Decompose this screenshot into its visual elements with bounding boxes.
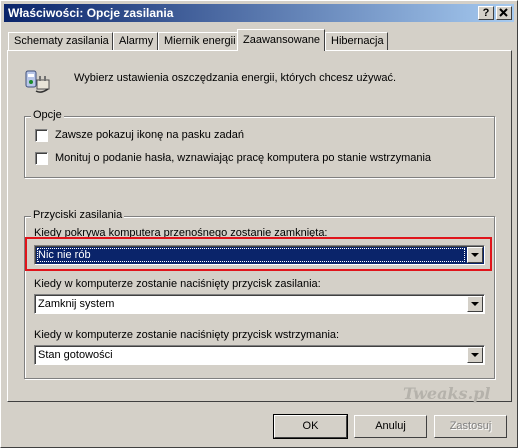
tab-strip: Schematy zasilania Alarmy Miernik energi… [1, 29, 518, 51]
power-button-dropdown-arrow[interactable] [467, 296, 483, 312]
sleep-button-dropdown[interactable]: Stan gotowości [34, 345, 485, 365]
title-bar: Właściwości: Opcje zasilania ? [4, 4, 514, 22]
show-taskbar-icon-checkbox[interactable] [35, 129, 48, 142]
power-options-icon [25, 70, 50, 93]
sleep-button-dropdown-arrow[interactable] [467, 347, 483, 363]
tab-hibernacja[interactable]: Hibernacja [325, 32, 388, 50]
password-prompt-label: Monituj o podanie hasła, wznawiając prac… [55, 152, 432, 164]
tab-miernik-energii[interactable]: Miernik energii [158, 32, 238, 50]
close-button[interactable] [496, 6, 512, 20]
power-button-dropdown[interactable]: Zamknij system [34, 294, 485, 314]
show-taskbar-icon-label: Zawsze pokazuj ikonę na pasku zadań [55, 129, 244, 141]
tab-alarmy[interactable]: Alarmy [113, 32, 158, 50]
power-buttons-group-label: Przyciski zasilania [31, 209, 125, 221]
apply-button[interactable]: Zastosuj [434, 415, 507, 438]
window-title: Właściwości: Opcje zasilania [8, 6, 174, 20]
help-button[interactable]: ? [478, 6, 494, 20]
close-icon [499, 8, 508, 17]
password-prompt-checkbox[interactable] [35, 152, 48, 165]
highlight-box [25, 237, 492, 271]
options-group-label: Opcje [31, 109, 64, 121]
sleep-button-value: Stan gotowości [38, 349, 113, 361]
dialog-window: Właściwości: Opcje zasilania ? Schematy … [0, 0, 518, 448]
power-button-label: Kiedy w komputerze zostanie naciśnięty p… [34, 278, 321, 290]
watermark: Tweaks.pl [403, 384, 491, 403]
intro-text: Wybierz ustawienia oszczędzania energii,… [74, 72, 397, 84]
tab-zaawansowane[interactable]: Zaawansowane [237, 29, 325, 51]
power-button-value: Zamknij system [38, 298, 115, 310]
ok-button[interactable]: OK [273, 414, 348, 439]
options-group [24, 116, 495, 178]
cancel-button[interactable]: Anuluj [354, 415, 427, 438]
sleep-button-label: Kiedy w komputerze zostanie naciśnięty p… [34, 329, 340, 341]
tab-schematy-zasilania[interactable]: Schematy zasilania [8, 32, 113, 50]
